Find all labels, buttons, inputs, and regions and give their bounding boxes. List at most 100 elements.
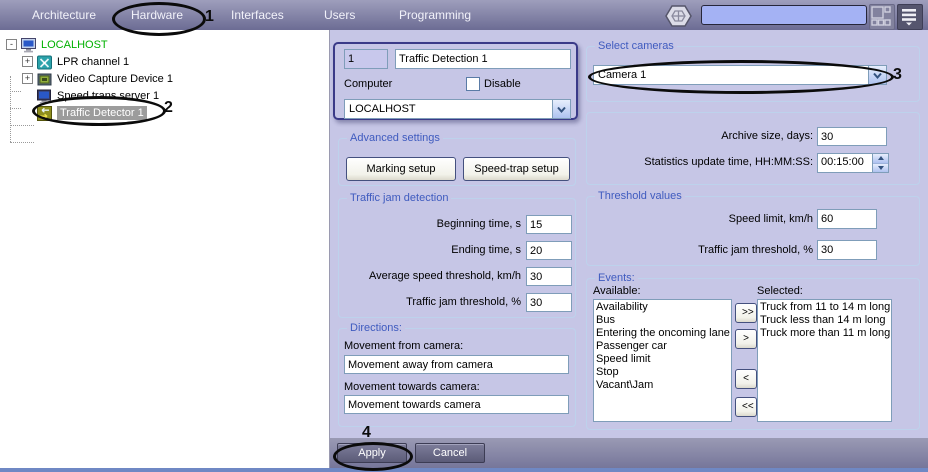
statistics-update-value: 00:15:00 <box>818 154 872 172</box>
computer-select-value: LOCALHOST <box>345 103 552 115</box>
list-item[interactable]: Truck more than 11 m long <box>760 327 889 340</box>
list-item[interactable]: Truck less than 14 m long <box>760 314 889 327</box>
movement-towards-camera-label: Movement towards camera: <box>344 381 480 393</box>
list-item[interactable]: Availability <box>596 301 729 314</box>
spin-down-icon[interactable] <box>873 164 888 173</box>
ending-time-field[interactable] <box>526 241 572 260</box>
tree-item-traffic-detector[interactable]: Traffic Detector 1 <box>0 104 329 121</box>
camera-select-value: Camera 1 <box>594 69 868 81</box>
list-item[interactable]: Entering the oncoming lane <box>596 327 729 340</box>
panels-menu-icon[interactable] <box>897 4 923 30</box>
average-speed-threshold-label: Average speed threshold, km/h <box>341 270 521 282</box>
speed-limit-label: Speed limit, km/h <box>607 213 813 225</box>
camera-select[interactable]: Camera 1 <box>593 65 887 85</box>
tree-connector <box>10 125 34 126</box>
tree-expand-icon[interactable]: + <box>22 73 33 84</box>
menubar: Architecture Hardware Interfaces Users P… <box>0 0 928 30</box>
menu-programming[interactable]: Programming <box>399 8 471 22</box>
move-left-button[interactable]: < <box>735 369 757 389</box>
jam-threshold-field[interactable] <box>817 240 877 260</box>
search-input[interactable] <box>701 5 867 25</box>
chevron-down-icon[interactable] <box>552 100 570 118</box>
list-item[interactable]: Speed limit <box>596 353 729 366</box>
list-item[interactable]: Truck from 11 to 14 m long <box>760 301 889 314</box>
menu-hardware[interactable]: Hardware <box>131 8 183 22</box>
group-title: Select cameras <box>595 40 677 52</box>
menu-architecture[interactable]: Architecture <box>32 8 96 22</box>
movement-from-camera-label: Movement from camera: <box>344 340 463 352</box>
group-title: Directions: <box>347 322 405 334</box>
statistics-update-spinner[interactable]: 00:15:00 <box>817 153 889 173</box>
tree-item-label: Video Capture Device 1 <box>57 73 173 85</box>
computer-icon <box>21 38 36 52</box>
capture-board-icon <box>37 72 52 86</box>
disable-label: Disable <box>484 78 521 90</box>
list-item[interactable]: Bus <box>596 314 729 327</box>
speed-limit-field[interactable] <box>817 209 877 229</box>
movement-from-camera-field[interactable] <box>344 355 569 374</box>
selected-label: Selected: <box>757 285 803 297</box>
traffic-jam-threshold-label: Traffic jam threshold, % <box>341 296 521 308</box>
tree-item-label: Speed trans server 1 <box>57 90 159 102</box>
spin-up-icon[interactable] <box>873 154 888 164</box>
tree-expand-icon[interactable]: + <box>22 56 33 67</box>
selected-events-list[interactable]: Truck from 11 to 14 m long Truck less th… <box>757 299 892 422</box>
jam-threshold-label: Traffic jam threshold, % <box>607 244 813 256</box>
computer-label: Computer <box>344 78 392 90</box>
object-name-field[interactable] <box>395 49 571 69</box>
apply-button[interactable]: Apply <box>337 443 407 463</box>
average-speed-threshold-field[interactable] <box>526 267 572 286</box>
tree-item-localhost[interactable]: - LOCALHOST <box>0 36 329 53</box>
move-all-right-button[interactable]: >> <box>735 303 757 323</box>
select-cameras-group: Select cameras Camera 1 <box>586 46 920 102</box>
beginning-time-label: Beginning time, s <box>341 218 521 230</box>
archive-size-field[interactable] <box>817 127 887 146</box>
menu-interfaces[interactable]: Interfaces <box>231 8 284 22</box>
movement-towards-camera-field[interactable] <box>344 395 569 414</box>
object-tree-panel: - LOCALHOST + LPR channel 1 <box>0 30 330 468</box>
tree-item-label: LOCALHOST <box>41 39 108 51</box>
application-window: Architecture Hardware Interfaces Users P… <box>0 0 928 472</box>
beginning-time-field[interactable] <box>526 215 572 234</box>
marking-setup-button[interactable]: Marking setup <box>346 157 456 181</box>
traffic-jam-detection-group: Traffic jam detection Beginning time, s … <box>338 198 576 318</box>
lpr-channel-icon <box>37 55 52 69</box>
server-monitor-icon <box>37 89 52 103</box>
object-id-field[interactable] <box>344 49 388 69</box>
list-item[interactable]: Stop <box>596 366 729 379</box>
identity-box: Computer Disable LOCALHOST <box>333 42 578 120</box>
directions-group: Directions: Movement from camera: Moveme… <box>338 328 576 427</box>
group-title: Traffic jam detection <box>347 192 451 204</box>
app-logo-icon <box>665 4 692 28</box>
chevron-down-icon[interactable] <box>868 66 886 84</box>
group-title: Events: <box>595 272 638 284</box>
speed-trap-setup-button[interactable]: Speed-trap setup <box>463 157 570 181</box>
storage-group: Archive size, days: Statistics update ti… <box>586 112 920 185</box>
cancel-button[interactable]: Cancel <box>415 443 485 463</box>
statistics-update-label: Statistics update time, HH:MM:SS: <box>607 156 813 168</box>
tree-item-label: LPR channel 1 <box>57 56 129 68</box>
list-item[interactable]: Vacant\Jam <box>596 379 729 392</box>
threshold-values-group: Threshold values Speed limit, km/h Traff… <box>586 196 920 266</box>
disable-checkbox[interactable] <box>466 77 480 91</box>
move-all-left-button[interactable]: << <box>735 397 757 417</box>
bottom-bar: Apply Cancel <box>330 438 928 468</box>
tree-item-speed-trans-server[interactable]: Speed trans server 1 <box>0 87 329 104</box>
available-events-list[interactable]: Availability Bus Entering the oncoming l… <box>593 299 732 422</box>
move-right-button[interactable]: > <box>735 329 757 349</box>
available-label: Available: <box>593 285 641 297</box>
tree-connector <box>10 142 34 143</box>
menu-users[interactable]: Users <box>324 8 355 22</box>
screens-layout-icon[interactable] <box>869 4 895 30</box>
tree-item-lpr-channel[interactable]: + LPR channel 1 <box>0 53 329 70</box>
traffic-detector-icon <box>37 106 52 120</box>
list-item[interactable]: Passenger car <box>596 340 729 353</box>
advanced-settings-group: Advanced settings Marking setup Speed-tr… <box>338 138 576 186</box>
ending-time-label: Ending time, s <box>341 244 521 256</box>
group-title: Threshold values <box>595 190 685 202</box>
tree-collapse-icon[interactable]: - <box>6 39 17 50</box>
traffic-jam-threshold-field[interactable] <box>526 293 572 312</box>
tree-item-label: Traffic Detector 1 <box>57 106 147 120</box>
tree-item-video-capture-device[interactable]: + Video Capture Device 1 <box>0 70 329 87</box>
computer-select[interactable]: LOCALHOST <box>344 99 571 119</box>
